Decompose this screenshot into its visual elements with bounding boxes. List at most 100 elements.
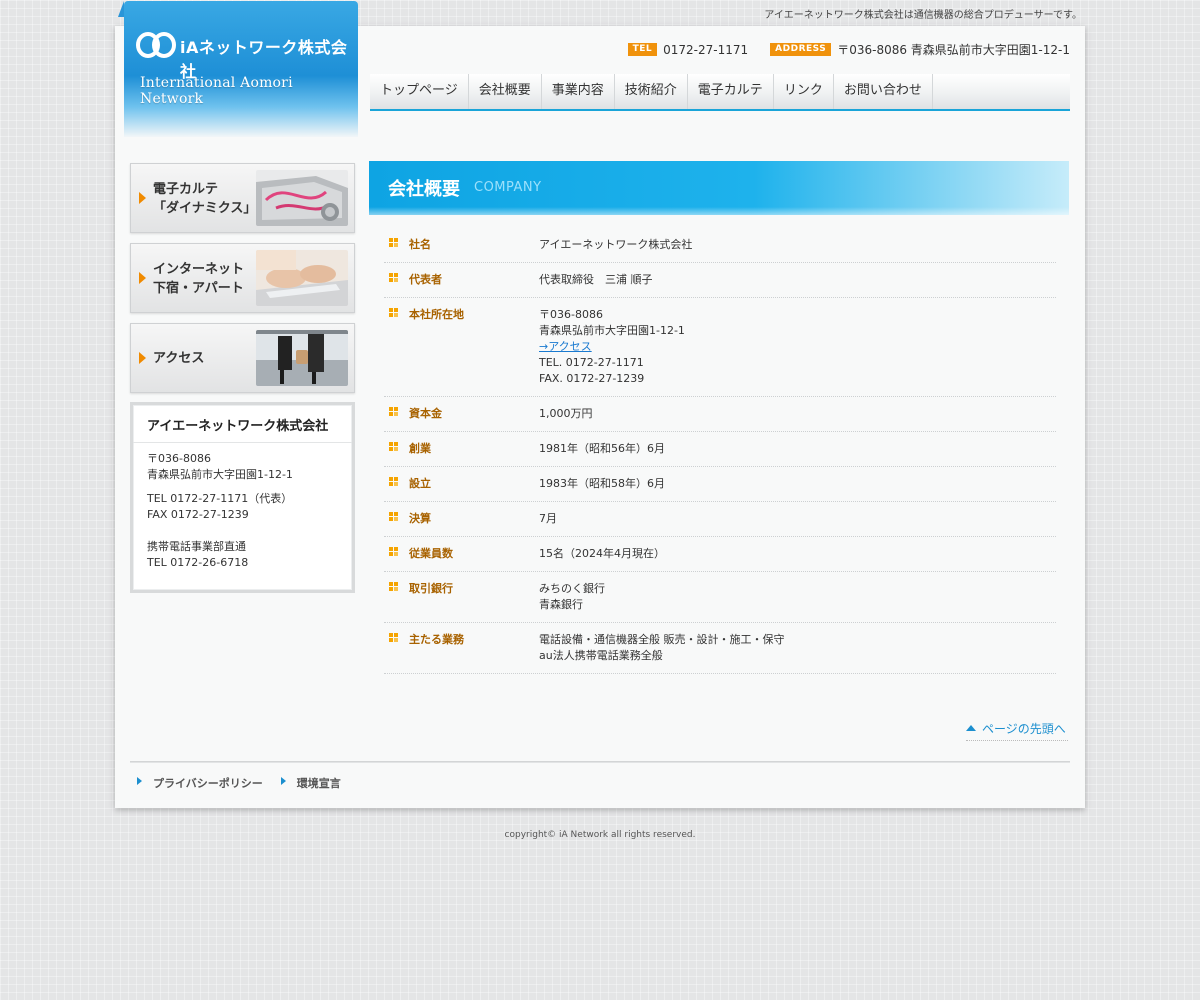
bullet-squares-icon bbox=[389, 512, 398, 521]
row-value: みちのく銀行 bbox=[539, 582, 605, 595]
table-row: 代表者 代表取締役 三浦 順子 bbox=[384, 263, 1056, 298]
banner-internet-lodging[interactable]: インターネット 下宿・アパート bbox=[130, 243, 355, 313]
table-row: 取引銀行 みちのく銀行 青森銀行 bbox=[384, 572, 1056, 623]
banner-emr-line2: 「ダイナミクス」 bbox=[153, 201, 257, 216]
privacy-policy-link[interactable]: プライバシーポリシー bbox=[137, 775, 263, 791]
banner-emr-line1: 電子カルテ bbox=[153, 182, 219, 197]
sidebar-mobile-label: 携帯電話事業部直通 bbox=[147, 540, 246, 553]
bullet-squares-icon bbox=[389, 273, 398, 282]
header-tel: 0172-27-1171 bbox=[663, 42, 749, 57]
row-label: 代表者 bbox=[409, 273, 442, 286]
page-heading: 会社概要 COMPANY bbox=[369, 161, 1069, 215]
bullet-squares-icon bbox=[389, 477, 398, 486]
row-value: TEL. 0172-27-1171 bbox=[539, 356, 644, 369]
banner-emr-label: 電子カルテ 「ダイナミクス」 bbox=[153, 180, 256, 218]
hands-typing-image bbox=[256, 250, 348, 306]
row-label: 決算 bbox=[409, 512, 431, 525]
page-top-label: ページの先頭へ bbox=[982, 722, 1066, 736]
row-label: 本社所在地 bbox=[409, 308, 464, 321]
banner-internet-line1: インターネット bbox=[153, 262, 245, 277]
logo-subtitle: International Aomori Network bbox=[140, 75, 293, 107]
row-label: 資本金 bbox=[409, 407, 442, 420]
environment-declaration-link[interactable]: 環境宣言 bbox=[280, 775, 341, 791]
row-value: 1983年（昭和58年）6月 bbox=[539, 477, 665, 490]
sidebar-address: 青森県弘前市大字田園1-12-1 bbox=[147, 468, 293, 481]
page-title: 会社概要 bbox=[388, 179, 460, 200]
nav-contact[interactable]: お問い合わせ bbox=[834, 74, 933, 109]
row-value: 青森銀行 bbox=[539, 598, 583, 611]
bullet-squares-icon bbox=[389, 547, 398, 556]
table-row: 資本金 1,000万円 bbox=[384, 397, 1056, 432]
sidebar-fax: FAX 0172-27-1239 bbox=[147, 508, 249, 521]
stethoscope-laptop-image bbox=[256, 170, 348, 226]
row-value: FAX. 0172-27-1239 bbox=[539, 372, 645, 385]
row-label: 取引銀行 bbox=[409, 582, 453, 595]
nav-company[interactable]: 会社概要 bbox=[469, 74, 542, 109]
sidebar-zip: 〒036-8086 bbox=[147, 452, 211, 465]
banner-internet-label: インターネット 下宿・アパート bbox=[153, 260, 244, 298]
ia-logo-mark-icon bbox=[136, 32, 176, 58]
banner-arrow-icon bbox=[139, 272, 146, 284]
tel-badge: TEL bbox=[627, 43, 658, 56]
site-tagline: アイエーネットワーク株式会社は通信機器の総合プロデューサーです。 bbox=[764, 10, 1082, 21]
banner-access[interactable]: アクセス bbox=[130, 323, 355, 393]
nav-technology[interactable]: 技術紹介 bbox=[615, 74, 688, 109]
header-address: 〒036-8086 青森県弘前市大字田園1-12-1 bbox=[837, 43, 1070, 57]
row-value: 電話設備・通信機器全般 販売・設計・施工・保守 bbox=[539, 633, 785, 646]
environment-declaration-label: 環境宣言 bbox=[296, 777, 341, 790]
nav-emr[interactable]: 電子カルテ bbox=[688, 74, 774, 109]
banner-internet-line2: 下宿・アパート bbox=[153, 281, 244, 296]
row-label: 創業 bbox=[409, 442, 431, 455]
site-logo[interactable]: iAネットワーク株式会社 International Aomori Networ… bbox=[124, 1, 358, 137]
row-value: アイエーネットワーク株式会社 bbox=[539, 238, 693, 251]
global-nav: トップページ 会社概要 事業内容 技術紹介 電子カルテ リンク お問い合わせ bbox=[370, 74, 1070, 111]
row-value: 青森県弘前市大字田園1-12-1 bbox=[539, 324, 685, 337]
table-row: 主たる業務 電話設備・通信機器全般 販売・設計・施工・保守 au法人携帯電話業務… bbox=[384, 623, 1056, 674]
table-row: 設立 1983年（昭和58年）6月 bbox=[384, 467, 1056, 502]
table-row: 従業員数 15名（2024年4月現在） bbox=[384, 537, 1056, 572]
bullet-squares-icon bbox=[389, 442, 398, 451]
banner-emr[interactable]: 電子カルテ 「ダイナミクス」 bbox=[130, 163, 355, 233]
header-contact: TEL 0172-27-1171 ADDRESS 〒036-8086 青森県弘前… bbox=[627, 41, 1070, 58]
copyright: copyright© iA Network all rights reserve… bbox=[504, 830, 696, 840]
right-triangle-icon bbox=[137, 777, 142, 785]
row-label: 従業員数 bbox=[409, 547, 453, 560]
table-row: 決算 7月 bbox=[384, 502, 1056, 537]
nav-links[interactable]: リンク bbox=[774, 74, 834, 109]
row-label: 社名 bbox=[409, 238, 431, 251]
sidebar-company-info: アイエーネットワーク株式会社 〒036-8086 青森県弘前市大字田園1-12-… bbox=[130, 402, 355, 593]
sidebar-company-name: アイエーネットワーク株式会社 bbox=[133, 405, 352, 443]
company-info-table: 社名 アイエーネットワーク株式会社 代表者 代表取締役 三浦 順子 本社所在地 … bbox=[384, 228, 1056, 674]
row-value: 代表取締役 三浦 順子 bbox=[539, 273, 653, 286]
address-badge: ADDRESS bbox=[770, 43, 832, 56]
banner-arrow-icon bbox=[139, 192, 146, 204]
access-link[interactable]: →アクセス bbox=[539, 340, 592, 353]
banner-access-label: アクセス bbox=[153, 351, 205, 366]
footer-nav: プライバシーポリシー 環境宣言 bbox=[137, 775, 341, 791]
row-value: 〒036-8086 bbox=[539, 308, 603, 321]
page-top-link[interactable]: ページの先頭へ bbox=[966, 720, 1068, 741]
row-value: 1981年（昭和56年）6月 bbox=[539, 442, 665, 455]
up-triangle-icon bbox=[966, 725, 976, 731]
banner-arrow-icon bbox=[139, 352, 146, 364]
page-title-en: COMPANY bbox=[474, 180, 542, 195]
nav-business[interactable]: 事業内容 bbox=[542, 74, 615, 109]
sidebar-tel: TEL 0172-27-1171（代表） bbox=[147, 492, 293, 505]
table-row: 社名 アイエーネットワーク株式会社 bbox=[384, 228, 1056, 263]
row-label: 設立 bbox=[409, 477, 431, 490]
row-value: 15名（2024年4月現在） bbox=[539, 547, 665, 560]
bullet-squares-icon bbox=[389, 633, 398, 642]
sidebar-mobile-tel: TEL 0172-26-6718 bbox=[147, 556, 249, 569]
footer-divider bbox=[130, 761, 1070, 763]
row-value: 7月 bbox=[539, 512, 557, 525]
people-walking-image bbox=[256, 330, 348, 386]
row-value: 1,000万円 bbox=[539, 407, 593, 420]
bullet-squares-icon bbox=[389, 238, 398, 247]
bullet-squares-icon bbox=[389, 308, 398, 317]
bullet-squares-icon bbox=[389, 582, 398, 591]
bullet-squares-icon bbox=[389, 407, 398, 416]
privacy-policy-label: プライバシーポリシー bbox=[153, 777, 263, 790]
right-triangle-icon bbox=[280, 777, 286, 785]
table-row: 創業 1981年（昭和56年）6月 bbox=[384, 432, 1056, 467]
nav-top[interactable]: トップページ bbox=[370, 74, 469, 109]
